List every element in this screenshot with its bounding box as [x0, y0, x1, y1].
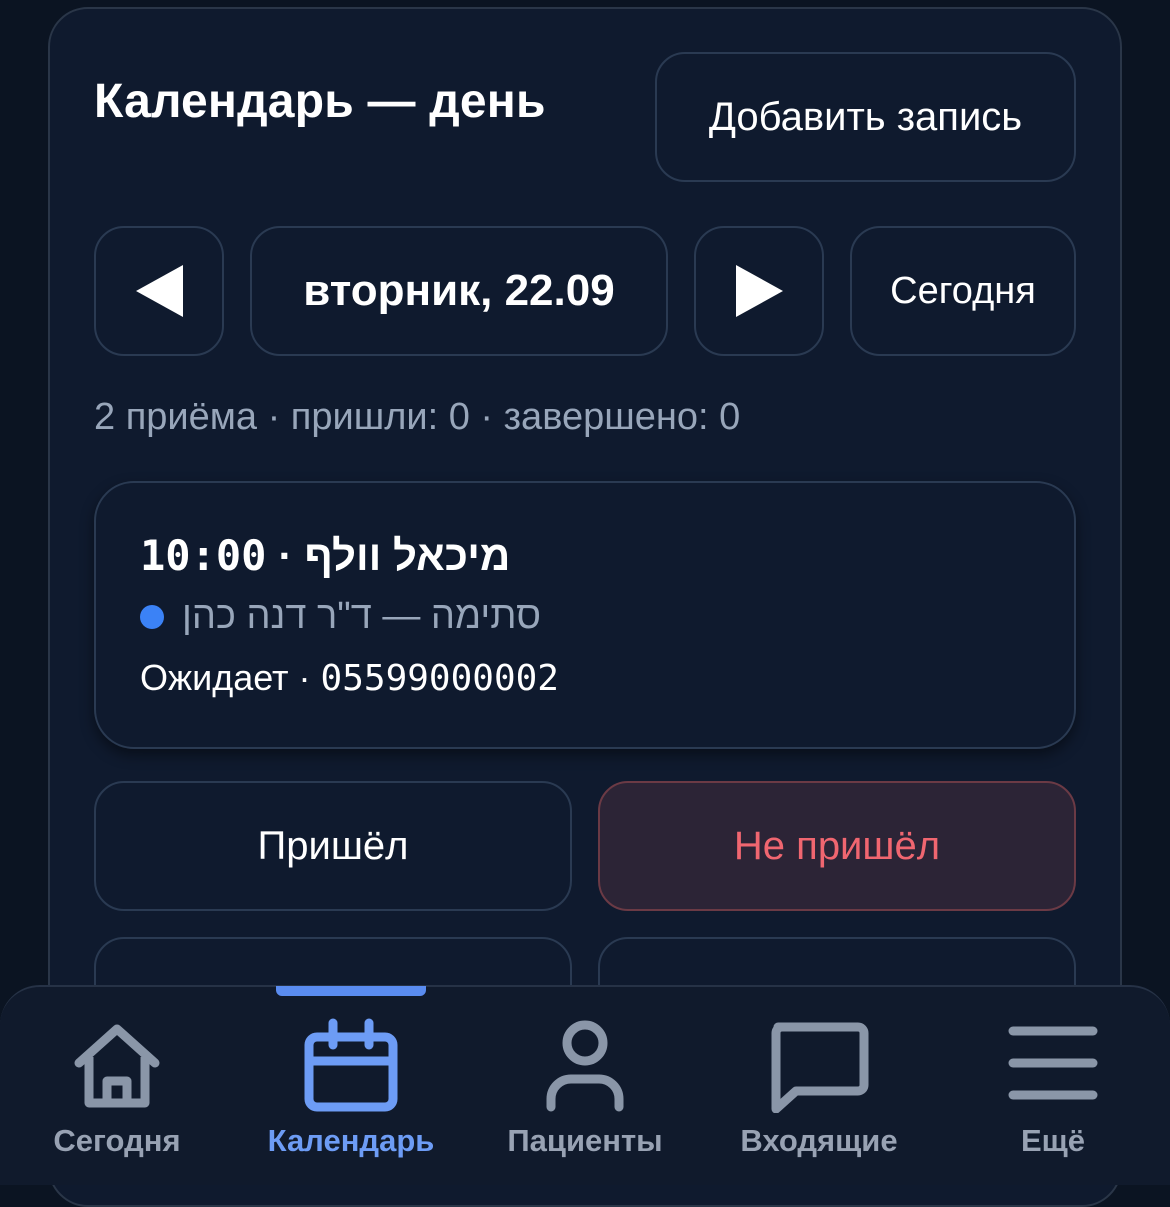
separator: ·	[278, 532, 293, 579]
appointment-meta: Ожидает · 05599000002	[140, 657, 559, 699]
nav-item-today[interactable]: Сегодня	[0, 987, 234, 1180]
patient-phone: 05599000002	[320, 658, 559, 699]
previous-day-button[interactable]	[94, 226, 224, 356]
mark-no-show-button[interactable]: Не пришёл	[598, 781, 1076, 911]
appointment-status: Ожидает	[140, 657, 289, 698]
nav-label: Сегодня	[53, 1123, 181, 1158]
nav-label: Ещё	[1020, 1123, 1086, 1158]
nav-label: Входящие	[740, 1123, 898, 1158]
chat-icon	[771, 1022, 869, 1113]
status-dot-icon	[140, 604, 164, 629]
nav-item-inbox[interactable]: Входящие	[702, 987, 936, 1180]
nav-label: Пациенты	[507, 1123, 663, 1158]
menu-icon	[1008, 1026, 1098, 1100]
triangle-right-icon	[735, 265, 783, 317]
appointment-card[interactable]: 10:00 · מיכאל וולף סתימה — ד"ר דנה כהן О…	[94, 481, 1076, 749]
user-icon	[546, 1020, 624, 1112]
nav-item-patients[interactable]: Пациенты	[468, 987, 702, 1180]
triangle-left-icon	[135, 265, 183, 317]
day-summary: 2 приёма · пришли: 0 · завершено: 0	[94, 396, 741, 438]
active-tab-indicator	[276, 986, 426, 996]
service-doctor: סתימה — ד"ר דנה כהן	[182, 595, 542, 637]
separator: ·	[298, 657, 311, 698]
nav-item-more[interactable]: Ещё	[936, 987, 1170, 1180]
nav-item-calendar[interactable]: Календарь	[234, 987, 468, 1180]
mark-arrived-button[interactable]: Пришёл	[94, 781, 572, 911]
bottom-navigation: Сегодня Календарь Пациенты Входящие Ещё	[0, 985, 1170, 1185]
nav-label: Календарь	[267, 1123, 435, 1158]
add-record-button[interactable]: Добавить запись	[655, 52, 1076, 182]
appointment-header: 10:00 · מיכאל וולף	[140, 531, 510, 580]
next-day-button[interactable]	[694, 226, 824, 356]
current-date-button[interactable]: вторник, 22.09	[250, 226, 668, 356]
appointment-details: סתימה — ד"ר דנה כהן	[140, 595, 541, 638]
today-button[interactable]: Сегодня	[850, 226, 1076, 356]
calendar-icon	[304, 1018, 398, 1112]
home-icon	[74, 1024, 160, 1108]
patient-name: מיכאל וולף	[304, 532, 511, 579]
appointment-time: 10:00	[140, 531, 267, 580]
page-title: Календарь — день	[94, 75, 546, 128]
